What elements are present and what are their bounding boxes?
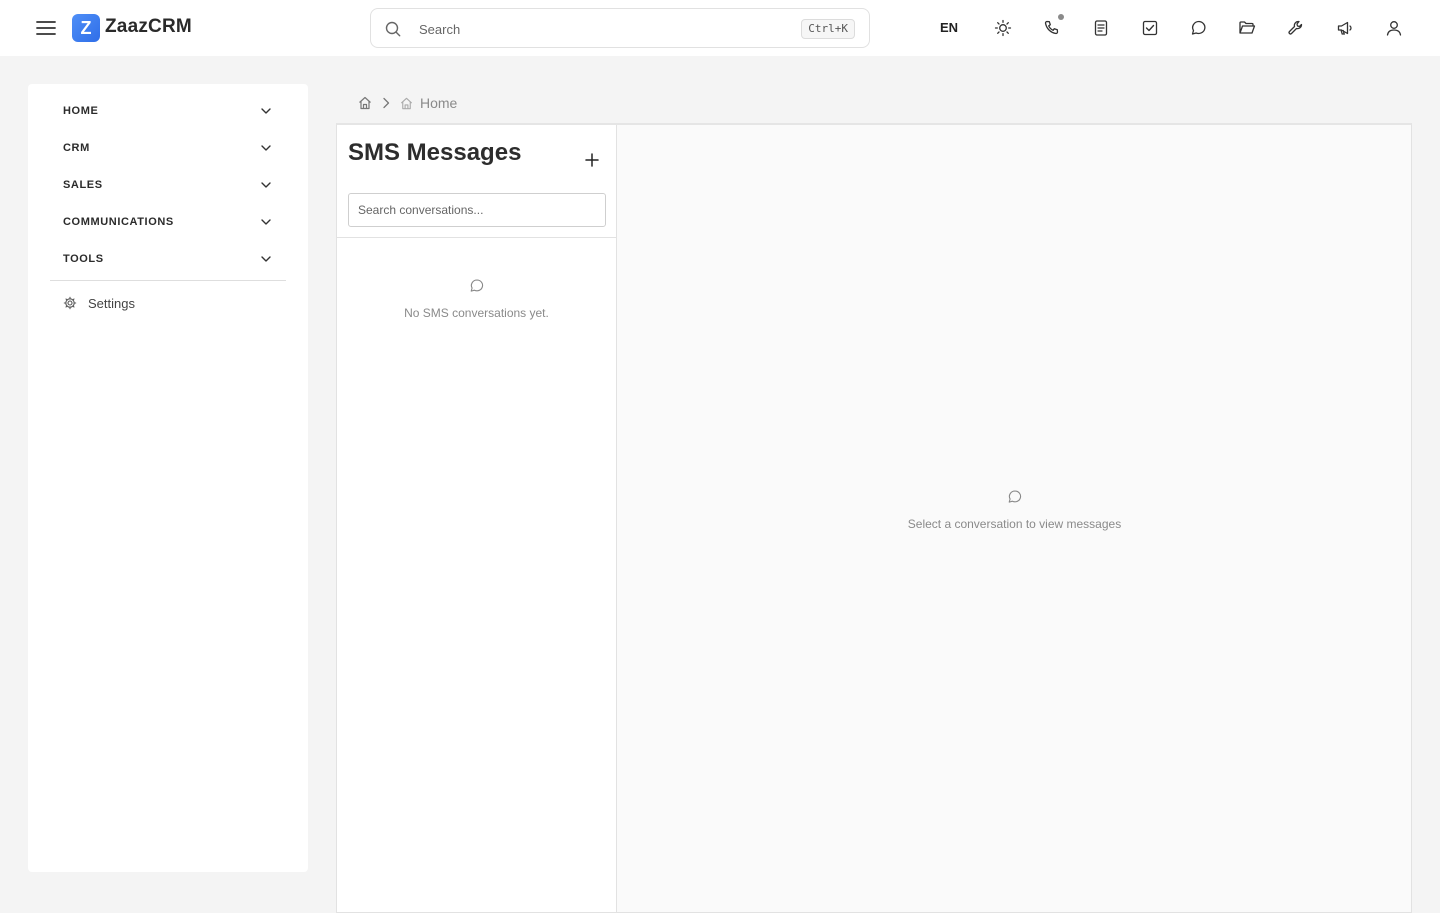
sidebar-divider <box>50 280 286 281</box>
sidebar-item-communications[interactable]: COMMUNICATIONS <box>50 207 286 237</box>
top-bar: Z ZaazCRM Ctrl+K EN <box>0 0 1440 56</box>
chat-icon <box>1008 490 1021 503</box>
sidebar-item-label: COMMUNICATIONS <box>63 216 174 228</box>
chevron-right-icon <box>383 97 390 109</box>
notification-dot <box>1058 14 1064 20</box>
sidebar-item-label: TOOLS <box>63 253 104 265</box>
sidebar-item-label: HOME <box>63 105 99 117</box>
search-input[interactable] <box>419 18 789 40</box>
app-name[interactable]: ZaazCRM <box>105 16 192 38</box>
page-title: SMS Messages <box>348 139 522 166</box>
chevron-down-icon <box>261 108 271 114</box>
global-search[interactable]: Ctrl+K <box>370 8 870 48</box>
sms-panel: SMS Messages No SMS conversations yet. S… <box>336 123 1412 913</box>
chevron-down-icon <box>261 256 271 262</box>
breadcrumb-current[interactable]: Home <box>420 95 457 111</box>
sidebar-item-label: SALES <box>63 179 103 191</box>
home-icon <box>400 97 413 109</box>
chat-icon <box>470 279 483 292</box>
search-shortcut: Ctrl+K <box>801 19 855 39</box>
sidebar-item-label: CRM <box>63 142 90 154</box>
sidebar: HOME CRM SALES COMMUNICATIONS TOOLS Sett… <box>28 84 308 872</box>
sidebar-item-home[interactable]: HOME <box>50 96 286 126</box>
home-icon[interactable] <box>357 95 373 111</box>
megaphone-icon[interactable] <box>1333 16 1357 40</box>
phone-icon[interactable] <box>1040 14 1064 40</box>
empty-conversations: No SMS conversations yet. <box>337 278 616 320</box>
chevron-down-icon <box>261 182 271 188</box>
sidebar-item-settings[interactable]: Settings <box>50 291 286 315</box>
sidebar-item-crm[interactable]: CRM <box>50 133 286 163</box>
language-switch[interactable]: EN <box>940 20 958 35</box>
checkbox-icon[interactable] <box>1138 16 1162 40</box>
sidebar-item-sales[interactable]: SALES <box>50 170 286 200</box>
settings-label: Settings <box>88 295 135 311</box>
logo-icon[interactable]: Z <box>72 14 100 42</box>
menu-icon[interactable] <box>34 17 58 39</box>
chevron-down-icon <box>261 219 271 225</box>
empty-conversations-text: No SMS conversations yet. <box>404 306 549 320</box>
conversation-list-pane: SMS Messages No SMS conversations yet. <box>337 125 617 912</box>
divider <box>337 237 616 238</box>
chevron-down-icon <box>261 145 271 151</box>
gear-icon <box>63 296 77 310</box>
sidebar-item-tools[interactable]: TOOLS <box>50 244 286 274</box>
sun-icon[interactable] <box>991 16 1015 40</box>
empty-message-text: Select a conversation to view messages <box>907 517 1122 531</box>
document-icon[interactable] <box>1089 16 1113 40</box>
user-icon[interactable] <box>1382 16 1406 40</box>
plus-icon <box>585 153 599 167</box>
folder-icon[interactable] <box>1235 16 1259 40</box>
new-conversation-button[interactable] <box>582 150 602 170</box>
chat-icon[interactable] <box>1187 16 1211 40</box>
breadcrumb: Home <box>357 94 457 112</box>
conversation-search-input[interactable] <box>348 193 606 227</box>
empty-message-view: Select a conversation to view messages <box>617 489 1412 531</box>
wrench-icon[interactable] <box>1284 16 1308 40</box>
search-icon <box>385 21 401 37</box>
